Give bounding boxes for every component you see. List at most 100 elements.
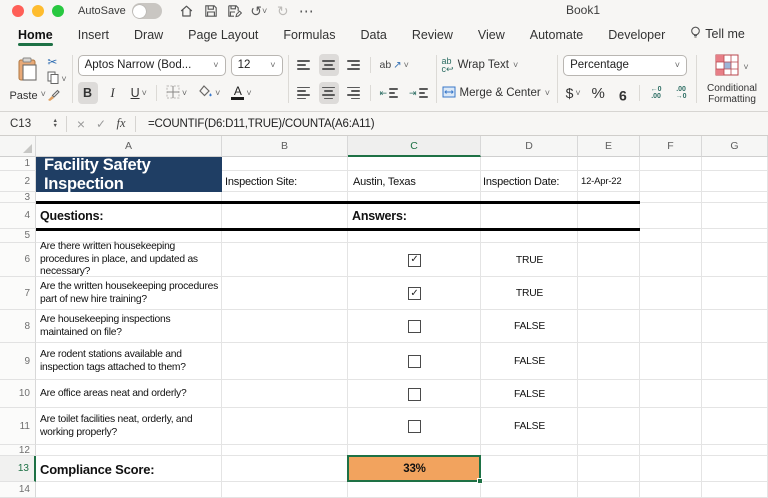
- column-header-A[interactable]: A: [36, 136, 222, 157]
- number-format-select[interactable]: Percentage˅: [563, 55, 687, 76]
- fill-handle[interactable]: [477, 478, 483, 484]
- row-header-7[interactable]: 7: [0, 277, 36, 310]
- cell-A14[interactable]: [36, 482, 222, 498]
- row-header-4[interactable]: 4: [0, 203, 36, 229]
- cell-value-D9[interactable]: FALSE: [481, 343, 578, 380]
- cell-F2[interactable]: [640, 171, 702, 192]
- cell-A12[interactable]: [36, 445, 222, 456]
- minimize-window-button[interactable]: [32, 5, 44, 17]
- cell-F14[interactable]: [640, 482, 702, 498]
- checkbox-unchecked[interactable]: [408, 320, 421, 333]
- row-header-6[interactable]: 6: [0, 243, 36, 277]
- underline-button[interactable]: U˅: [128, 82, 150, 104]
- cell-site-label[interactable]: Inspection Site:: [225, 171, 347, 192]
- align-left-button[interactable]: [294, 82, 314, 104]
- cell-B5[interactable]: [222, 229, 348, 243]
- bold-button[interactable]: B: [78, 82, 98, 104]
- tab-developer[interactable]: Developer: [608, 28, 665, 48]
- cell-value-D6[interactable]: TRUE: [481, 243, 578, 277]
- tab-home[interactable]: Home: [18, 28, 53, 48]
- cell-value-D7[interactable]: TRUE: [481, 277, 578, 310]
- cell-E6[interactable]: [578, 243, 640, 277]
- font-name-select[interactable]: Aptos Narrow (Bod...˅: [78, 55, 226, 76]
- cell-checkbox-C11[interactable]: [348, 408, 481, 445]
- cell-question-A8[interactable]: Are housekeeping inspections maintained …: [36, 310, 222, 343]
- cell-F5[interactable]: [640, 229, 702, 243]
- cell-F8[interactable]: [640, 310, 702, 343]
- cell-B7[interactable]: [222, 277, 348, 310]
- row-header-10[interactable]: 10: [0, 380, 36, 408]
- cell-F3[interactable]: [640, 192, 702, 203]
- row-header-1[interactable]: 1: [0, 157, 36, 171]
- cell-D12[interactable]: [481, 445, 578, 456]
- increase-indent-button[interactable]: ⇥: [406, 82, 431, 104]
- cell-question-A9[interactable]: Are rodent stations available and inspec…: [36, 343, 222, 380]
- select-all-corner[interactable]: [0, 136, 36, 157]
- align-top-button[interactable]: [294, 54, 314, 76]
- column-header-G[interactable]: G: [702, 136, 768, 157]
- cell-C14[interactable]: [348, 482, 481, 498]
- cell-question-A11[interactable]: Are toilet facilities neat, orderly, and…: [36, 408, 222, 445]
- cell-G11[interactable]: [702, 408, 768, 445]
- cell-E4[interactable]: [578, 203, 640, 229]
- save-icon[interactable]: [200, 2, 222, 20]
- row-header-5[interactable]: 5: [0, 229, 36, 243]
- checkbox-checked[interactable]: ✓: [408, 287, 421, 300]
- checkbox-unchecked[interactable]: [408, 420, 421, 433]
- cell-F9[interactable]: [640, 343, 702, 380]
- name-box-stepper[interactable]: ▲▼: [53, 119, 58, 129]
- cell-D1[interactable]: [481, 157, 578, 171]
- cell-value-D11[interactable]: FALSE: [481, 408, 578, 445]
- spreadsheet-grid[interactable]: ABCDEFG1234567891011121314Facility Safet…: [0, 136, 768, 498]
- undo-button[interactable]: ↺˅: [248, 2, 270, 20]
- italic-button[interactable]: I: [103, 82, 123, 104]
- cell-date-value[interactable]: 12-Apr-22: [581, 171, 639, 192]
- cut-button[interactable]: ✂: [47, 54, 66, 70]
- tab-page-layout[interactable]: Page Layout: [188, 28, 258, 48]
- cancel-button[interactable]: ×: [71, 116, 91, 132]
- cell-F10[interactable]: [640, 380, 702, 408]
- column-header-F[interactable]: F: [640, 136, 702, 157]
- decrease-indent-button[interactable]: ⇤: [377, 82, 402, 104]
- font-size-select[interactable]: 12˅: [231, 55, 283, 76]
- cell-E13[interactable]: [578, 456, 640, 482]
- tab-data[interactable]: Data: [360, 28, 386, 48]
- cell-F12[interactable]: [640, 445, 702, 456]
- name-box[interactable]: C13 ▲▼: [0, 112, 62, 135]
- enter-button[interactable]: ✓: [91, 117, 111, 131]
- tab-draw[interactable]: Draw: [134, 28, 163, 48]
- autosave-toggle[interactable]: [132, 3, 162, 19]
- column-header-E[interactable]: E: [578, 136, 640, 157]
- cell-G10[interactable]: [702, 380, 768, 408]
- tab-automate[interactable]: Automate: [530, 28, 584, 48]
- cell-F7[interactable]: [640, 277, 702, 310]
- cell-question-A7[interactable]: Are the written housekeeping procedures …: [36, 277, 222, 310]
- currency-format-button[interactable]: $˅: [563, 82, 583, 104]
- cell-G14[interactable]: [702, 482, 768, 498]
- cell-date-label[interactable]: Inspection Date:: [483, 171, 577, 192]
- column-header-B[interactable]: B: [222, 136, 348, 157]
- cell-B10[interactable]: [222, 380, 348, 408]
- cell-E12[interactable]: [578, 445, 640, 456]
- close-window-button[interactable]: [12, 5, 24, 17]
- align-middle-button[interactable]: [319, 54, 339, 76]
- tab-insert[interactable]: Insert: [78, 28, 109, 48]
- cell-question-A10[interactable]: Are office areas neat and orderly?: [36, 380, 222, 408]
- cell-E10[interactable]: [578, 380, 640, 408]
- cell-F6[interactable]: [640, 243, 702, 277]
- cell-checkbox-C7[interactable]: ✓: [348, 277, 481, 310]
- cell-checkbox-C10[interactable]: [348, 380, 481, 408]
- cell-G1[interactable]: [702, 157, 768, 171]
- cell-F1[interactable]: [640, 157, 702, 171]
- cell-G13[interactable]: [702, 456, 768, 482]
- wrap-text-button[interactable]: abc↩ Wrap Text˅: [442, 57, 519, 73]
- cell-E1[interactable]: [578, 157, 640, 171]
- cell-E14[interactable]: [578, 482, 640, 498]
- cell-D5[interactable]: [481, 229, 578, 243]
- cell-value-D8[interactable]: FALSE: [481, 310, 578, 343]
- fill-color-button[interactable]: ˅: [195, 82, 223, 104]
- cell-B4[interactable]: [222, 203, 348, 229]
- cell-B14[interactable]: [222, 482, 348, 498]
- cell-question-A6[interactable]: Are there written housekeeping procedure…: [36, 243, 222, 277]
- cell-G6[interactable]: [702, 243, 768, 277]
